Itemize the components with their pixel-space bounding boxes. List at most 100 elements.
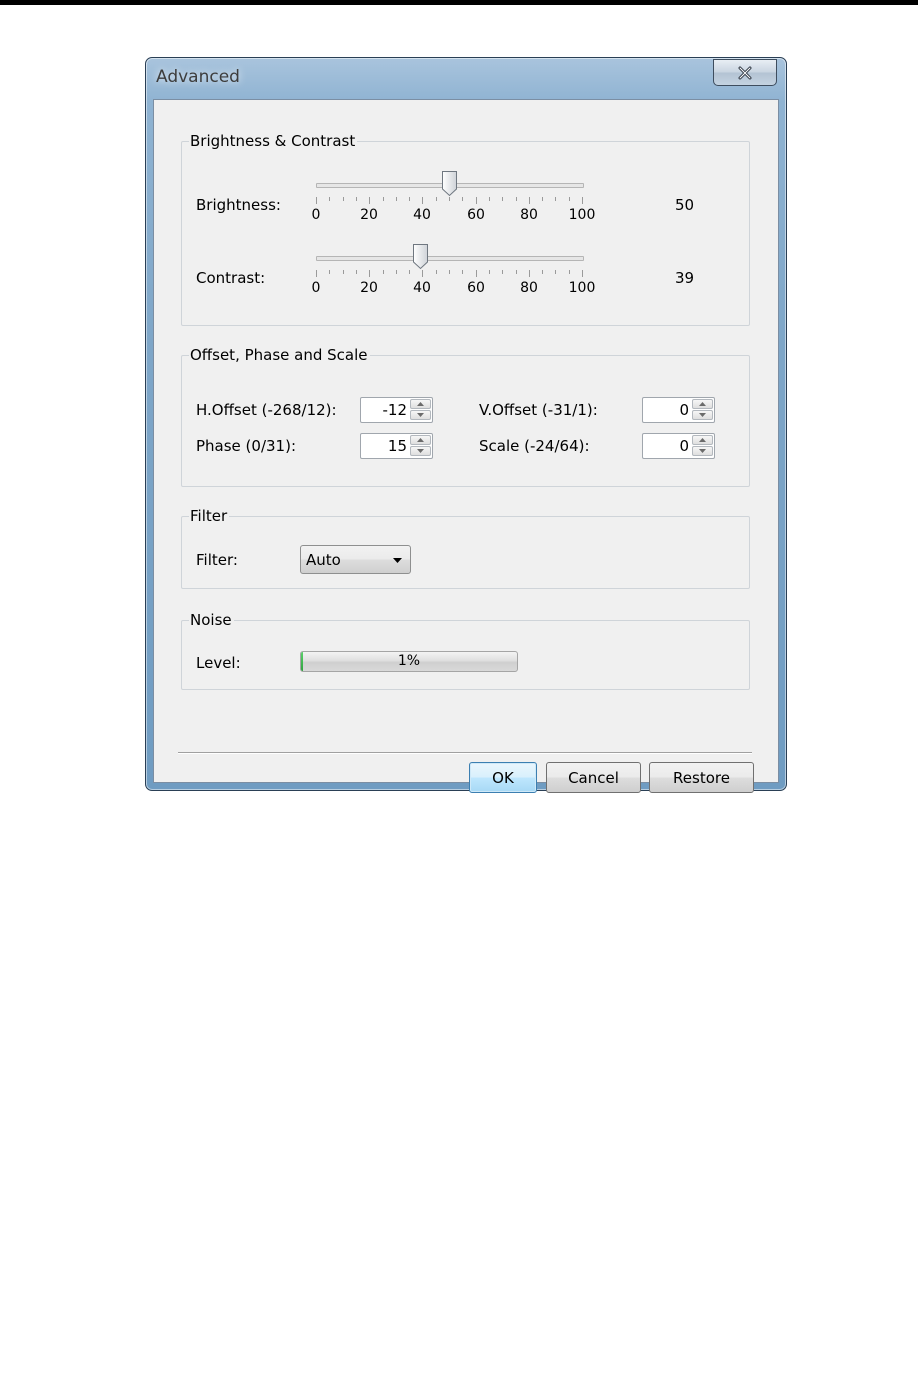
window-title: Advanced: [156, 67, 240, 87]
spin-down-button[interactable]: [692, 410, 713, 420]
slider-tick: [542, 197, 543, 201]
slider-tick: [529, 197, 530, 204]
slider-tick-label: 40: [413, 280, 431, 296]
group-title: Filter: [189, 506, 230, 526]
close-button[interactable]: [713, 59, 777, 86]
noise-group: Noise Level: 1%: [181, 610, 750, 690]
v-offset-input[interactable]: [643, 398, 691, 422]
slider-tick: [529, 270, 530, 277]
slider-tick-label: 100: [568, 280, 596, 296]
group-title: Brightness & Contrast: [189, 131, 358, 151]
chevron-down-icon: [393, 558, 402, 563]
slider-tick-label: 0: [311, 207, 321, 223]
h-offset-label: H.Offset (-268/12):: [196, 401, 337, 419]
arrow-up-icon: [417, 438, 424, 442]
arrow-down-icon: [417, 413, 424, 417]
slider-tick: [516, 197, 517, 201]
h-offset-spinner: [360, 397, 433, 423]
phase-label: Phase (0/31):: [196, 437, 296, 455]
slider-tick: [502, 270, 503, 274]
slider-tick: [462, 270, 463, 274]
slider-tick: [569, 197, 570, 201]
slider-tick: [449, 270, 450, 274]
filter-group: Filter Filter: Auto: [181, 506, 750, 589]
slider-tick: [343, 270, 344, 274]
spin-down-button[interactable]: [410, 446, 431, 456]
slider-tick: [569, 270, 570, 274]
arrow-down-icon: [699, 449, 706, 453]
slider-tick: [516, 270, 517, 274]
phase-spinner: [360, 433, 433, 459]
slider-thumb[interactable]: [441, 170, 458, 197]
slider-tick: [329, 197, 330, 201]
h-offset-input[interactable]: [361, 398, 409, 422]
arrow-down-icon: [417, 449, 424, 453]
phase-input[interactable]: [361, 434, 409, 458]
spin-up-button[interactable]: [692, 435, 713, 445]
slider-tick-label: 20: [360, 207, 378, 223]
group-title: Noise: [189, 610, 234, 630]
slider-tick: [489, 197, 490, 201]
filter-label: Filter:: [196, 551, 238, 569]
slider-tick-label: 20: [360, 280, 378, 296]
contrast-slider[interactable]: 0 20 40 60 80 100: [312, 244, 595, 308]
slider-tick: [369, 270, 370, 277]
slider-tick: [409, 197, 410, 201]
spin-down-button[interactable]: [692, 446, 713, 456]
slider-tick: [436, 270, 437, 274]
slider-tick: [422, 270, 423, 277]
slider-tick: [462, 197, 463, 201]
slider-tick: [356, 270, 357, 274]
contrast-label: Contrast:: [196, 269, 266, 287]
filter-dropdown[interactable]: Auto: [300, 545, 411, 574]
slider-tick: [489, 270, 490, 274]
slider-tick: [436, 197, 437, 201]
slider-tick: [409, 270, 410, 274]
slider-tick: [476, 197, 477, 204]
group-title: Offset, Phase and Scale: [189, 345, 370, 365]
scale-spinner: [642, 433, 715, 459]
slider-tick: [343, 197, 344, 201]
cancel-button[interactable]: Cancel: [546, 762, 641, 793]
ok-button[interactable]: OK: [469, 762, 537, 793]
slider-tick: [383, 270, 384, 274]
contrast-value: 39: [675, 269, 695, 287]
spin-up-button[interactable]: [692, 399, 713, 409]
advanced-dialog: Advanced Brightness & Contrast Brightnes…: [145, 57, 787, 793]
spin-up-button[interactable]: [410, 399, 431, 409]
scale-label: Scale (-24/64):: [479, 437, 590, 455]
noise-level-label: Level:: [196, 654, 241, 672]
slider-tick: [476, 270, 477, 277]
restore-button[interactable]: Restore: [649, 762, 754, 793]
slider-tick-label: 0: [311, 280, 321, 296]
slider-tick: [502, 197, 503, 201]
brightness-slider[interactable]: 0 20 40 60 80 100: [312, 171, 595, 235]
spin-down-button[interactable]: [410, 410, 431, 420]
brightness-value: 50: [675, 196, 695, 214]
slider-tick-label: 80: [520, 280, 538, 296]
scale-input[interactable]: [643, 434, 691, 458]
filter-selected-value: Auto: [306, 551, 341, 569]
slider-thumb[interactable]: [412, 243, 429, 270]
slider-tick: [582, 270, 583, 277]
slider-tick: [356, 197, 357, 201]
brightness-label: Brightness:: [196, 196, 281, 214]
dialog-content: Brightness & Contrast Brightness: 0 20 40 6…: [153, 99, 779, 793]
slider-tick: [542, 270, 543, 274]
arrow-up-icon: [699, 402, 706, 406]
slider-tick: [383, 197, 384, 201]
slider-tick-label: 80: [520, 207, 538, 223]
slider-tick: [316, 197, 317, 204]
close-icon: [738, 66, 752, 79]
slider-tick: [449, 197, 450, 201]
slider-track: [316, 256, 584, 261]
arrow-down-icon: [699, 413, 706, 417]
arrow-up-icon: [417, 402, 424, 406]
slider-tick: [396, 270, 397, 274]
spin-up-button[interactable]: [410, 435, 431, 445]
slider-tick-label: 100: [568, 207, 596, 223]
slider-tick-label: 60: [467, 280, 485, 296]
arrow-up-icon: [699, 438, 706, 442]
slider-tick: [582, 197, 583, 204]
slider-tick: [329, 270, 330, 274]
